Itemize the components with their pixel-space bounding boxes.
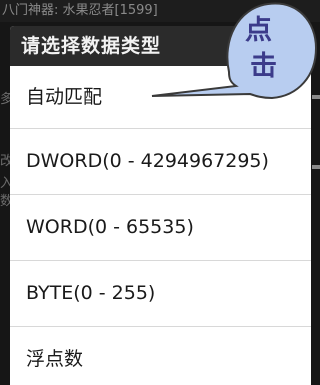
background-edge-text: 多 xyxy=(0,92,10,107)
background-scroll-mark xyxy=(312,95,320,99)
data-type-dialog: 请选择数据类型 自动匹配 DWORD(0 - 4294967295) WORD(… xyxy=(10,26,311,385)
background-edge-text: 数 xyxy=(0,194,10,209)
background-edge-text: 改 xyxy=(0,154,10,169)
option-dword[interactable]: DWORD(0 - 4294967295) xyxy=(10,129,311,195)
option-byte[interactable]: BYTE(0 - 255) xyxy=(10,261,311,327)
background-edge-text: 入 xyxy=(0,176,10,191)
background-scroll-mark xyxy=(312,165,320,169)
option-float[interactable]: 浮点数 xyxy=(10,327,311,385)
screen: 八门神器: 水果忍者[1599] 多 改 入 数 请选择数据类型 自动匹配 DW… xyxy=(0,0,320,385)
option-auto-match[interactable]: 自动匹配 xyxy=(10,66,311,129)
data-type-option-list: 自动匹配 DWORD(0 - 4294967295) WORD(0 - 6553… xyxy=(10,66,311,385)
background-app-title: 八门神器: 水果忍者[1599] xyxy=(0,0,320,22)
option-word[interactable]: WORD(0 - 65535) xyxy=(10,195,311,261)
dialog-title: 请选择数据类型 xyxy=(10,26,311,66)
